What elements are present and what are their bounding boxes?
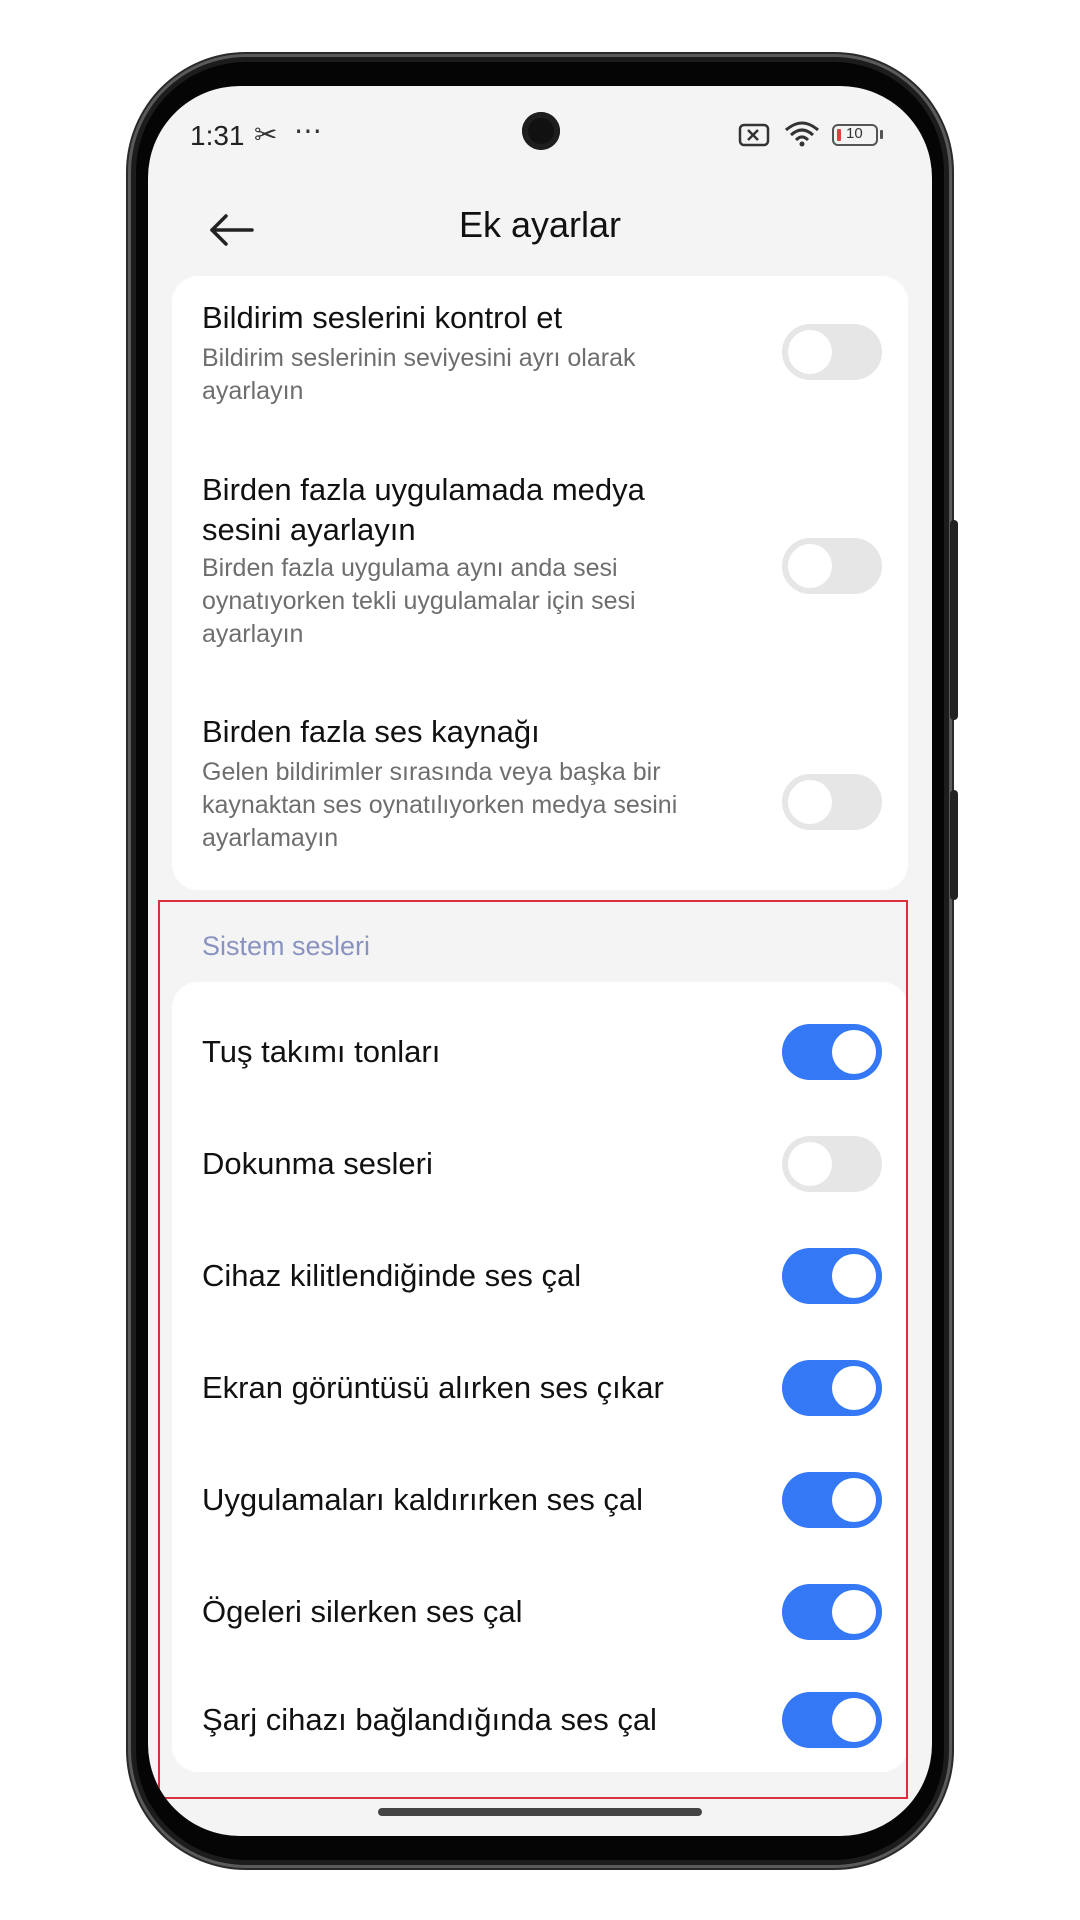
toggle-knob <box>788 544 832 588</box>
battery-level-fill <box>837 129 841 141</box>
status-time: 1:31 <box>190 120 245 151</box>
toggle-knob <box>788 330 832 374</box>
more-dots-icon: ⋯ <box>294 115 322 146</box>
setting-row[interactable]: Birden fazla uygulamada medya sesini aya… <box>172 436 908 676</box>
setting-title: Birden fazla uygulamada medya sesini aya… <box>202 472 645 547</box>
toggle-switch[interactable] <box>782 538 882 594</box>
battery-cap <box>880 130 883 139</box>
page-title: Ek ayarlar <box>458 204 622 245</box>
setting-title: Bildirim seslerini kontrol et <box>202 300 563 335</box>
front-camera <box>522 112 560 150</box>
phone-screen: 1:31 ✂ ⋯ 10 Ek ayarlar Bildirim seslerin… <box>148 86 932 1836</box>
setting-row[interactable]: Bildirim seslerini kontrol et Bildirim s… <box>172 276 908 436</box>
highlight-annotation-box <box>158 900 908 1799</box>
setting-subtitle: Birden fazla uygulama aynı anda sesi oyn… <box>202 554 636 648</box>
toggle-switch[interactable] <box>782 324 882 380</box>
battery-icon: 10 <box>832 124 878 146</box>
volume-button <box>950 520 958 720</box>
wifi-icon <box>785 121 819 147</box>
sim-no-signal-icon <box>738 123 770 147</box>
battery-level-text: 10 <box>846 125 863 142</box>
scissors-icon: ✂ <box>254 119 278 150</box>
toggle-knob <box>788 780 832 824</box>
setting-subtitle: Gelen bildirimler sırasında veya başka b… <box>202 758 678 852</box>
settings-card-top: Bildirim seslerini kontrol et Bildirim s… <box>172 276 908 890</box>
setting-title: Birden fazla ses kaynağı <box>202 714 540 749</box>
home-indicator[interactable] <box>378 1808 702 1816</box>
status-bar: 1:31 ✂ ⋯ 10 <box>148 86 932 186</box>
setting-row[interactable]: Birden fazla ses kaynağı Gelen bildiriml… <box>172 676 908 890</box>
setting-subtitle: Bildirim seslerinin seviyesini ayrı olar… <box>202 344 636 405</box>
toggle-switch[interactable] <box>782 774 882 830</box>
power-button <box>950 790 958 900</box>
